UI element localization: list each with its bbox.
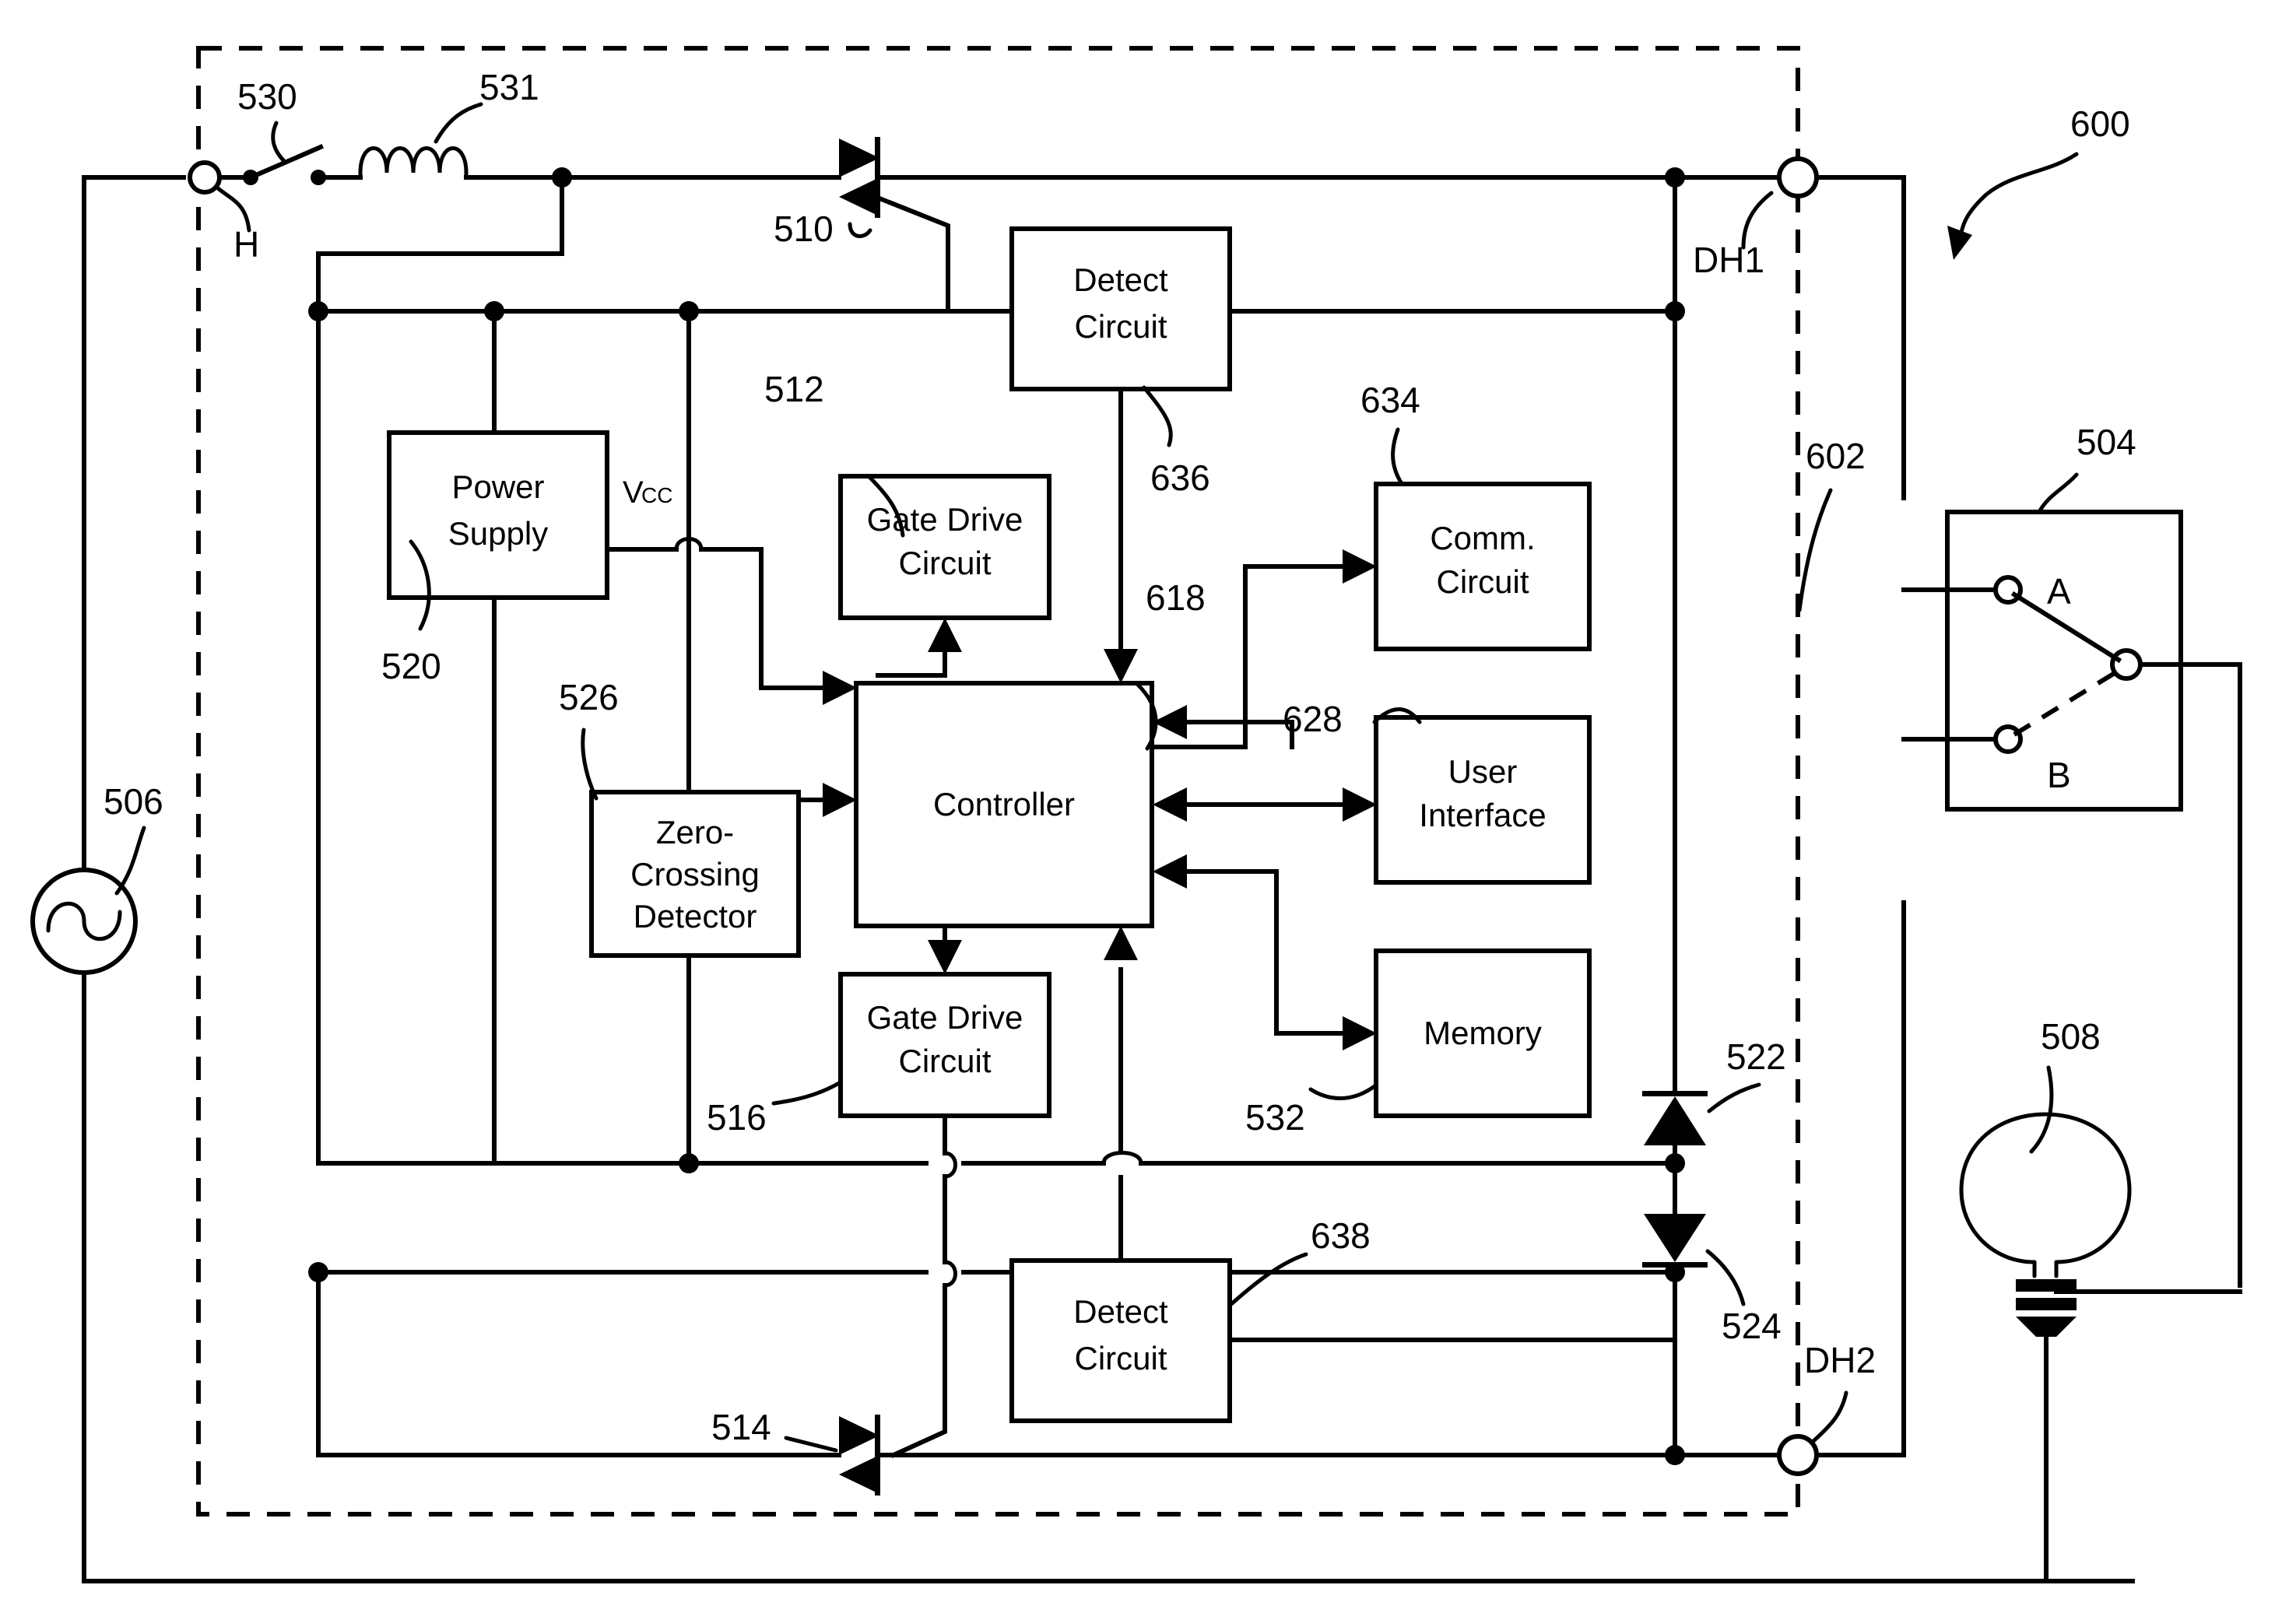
block-gate-drive-bottom-line1: Gate Drive <box>867 999 1023 1036</box>
ref-522: 522 <box>1726 1036 1786 1077</box>
leader-602 <box>1797 488 1833 612</box>
leader-600-arrow-curve <box>1957 152 2079 245</box>
block-power-supply-line1: Power <box>451 468 544 505</box>
block-detect-bottom-line1: Detect <box>1073 1293 1168 1330</box>
patent-figure: 506 530 H 531 510 DH1 600 602 Detect Cir… <box>0 0 2296 1599</box>
label-vcc-subscript: CC <box>641 483 672 507</box>
ref-636: 636 <box>1150 458 1210 498</box>
leader-636 <box>1142 385 1173 447</box>
block-zcd-line3: Detector <box>634 898 757 935</box>
leader-532 <box>1308 1084 1377 1100</box>
schematic-canvas: 506 530 H 531 510 DH1 600 602 Detect Cir… <box>30 46 2242 1583</box>
terminal-dh1-open-circle <box>1777 156 1819 198</box>
wire-gd-bottom-to-triac-gate <box>890 1283 947 1458</box>
leader-504 <box>2037 472 2079 514</box>
ref-600: 600 <box>2070 103 2130 144</box>
arrow-detect-top-down <box>1104 649 1138 683</box>
ref-510: 510 <box>774 209 834 249</box>
inductor-531-coil <box>358 146 469 180</box>
leader-DH2 <box>1811 1390 1848 1443</box>
wire-hop-gd-bus2 <box>943 1260 957 1288</box>
ref-530: 530 <box>237 76 297 117</box>
block-zcd-line2: Crossing <box>630 856 760 892</box>
leader-514 <box>784 1436 838 1453</box>
block-comm-line1: Comm. <box>1430 520 1535 556</box>
arrow-to-memory <box>1343 1016 1377 1050</box>
triac-514 <box>839 1415 1677 1496</box>
leader-600-arrowhead <box>1947 226 1972 260</box>
arrow-gd-top-up <box>928 618 962 652</box>
block-gate-drive-bottom-line2: Circuit <box>898 1043 991 1079</box>
terminal-label-DH1: DH1 <box>1693 240 1764 280</box>
wire-vcc-right <box>699 547 764 690</box>
arrow-memory-to-controller <box>1153 854 1187 889</box>
ref-524: 524 <box>1722 1306 1782 1346</box>
block-gate-drive-top-line2: Circuit <box>898 545 991 581</box>
block-gate-drive-top-line1: Gate Drive <box>867 501 1023 538</box>
arrow-detect-bottom-up <box>1104 926 1138 960</box>
ref-504: 504 <box>2077 422 2136 462</box>
contact-common-terminal <box>2110 648 2143 681</box>
wire-hop-gd-bus1 <box>943 1151 957 1179</box>
block-ui-line2: Interface <box>1419 797 1546 833</box>
terminal-hot-open-circle <box>188 160 222 195</box>
node-dh2-left <box>1665 1445 1685 1465</box>
block-memory-label: Memory <box>1424 1015 1542 1051</box>
ref-526: 526 <box>559 677 619 717</box>
ref-532: 532 <box>1245 1097 1305 1138</box>
leader-516 <box>771 1081 841 1106</box>
arrow-comm-to-controller <box>1153 705 1187 739</box>
leader-526 <box>581 728 599 801</box>
block-power-supply-line2: Supply <box>448 515 548 552</box>
terminal-label-H: H <box>233 224 259 265</box>
block-ui-line1: User <box>1448 753 1518 790</box>
label-vcc: V <box>623 475 644 510</box>
diode-524 <box>1642 1214 1708 1268</box>
switch-label-B: B <box>2047 755 2071 795</box>
arrow-controller-to-ui <box>1343 787 1377 822</box>
block-controller-label: Controller <box>933 786 1075 822</box>
terminal-label-DH2: DH2 <box>1804 1340 1876 1380</box>
arrow-gd-bottom-down <box>928 940 962 974</box>
arrow-zcd-to-controller <box>823 783 857 817</box>
wire-node-down-left <box>316 175 564 314</box>
leader-531 <box>434 102 483 144</box>
bus-lower-dot-c <box>679 1153 699 1173</box>
wire-hop-detect-bottom-bus1 <box>1101 1151 1143 1166</box>
lamp-508 <box>1959 1112 2242 1583</box>
block-detect-top-line2: Circuit <box>1074 308 1167 345</box>
leader-638 <box>1229 1252 1308 1306</box>
leader-524 <box>1705 1249 1746 1306</box>
block-detect-top-line1: Detect <box>1073 261 1168 298</box>
ref-634: 634 <box>1360 380 1420 420</box>
ref-520: 520 <box>381 646 441 686</box>
ref-602: 602 <box>1806 436 1866 476</box>
ref-506: 506 <box>104 781 163 822</box>
diode-522 <box>1642 1091 1708 1145</box>
leader-510 <box>848 222 872 238</box>
block-detect-bottom-line2: Circuit <box>1074 1340 1167 1376</box>
leader-530 <box>271 121 287 164</box>
block-zcd-line1: Zero- <box>656 814 734 850</box>
leader-522 <box>1707 1082 1761 1113</box>
ref-531: 531 <box>479 67 539 107</box>
switch-label-A: A <box>2047 571 2071 612</box>
leader-508 <box>2029 1065 2054 1154</box>
arrow-to-comm <box>1343 549 1377 584</box>
triac-510 <box>839 137 950 312</box>
leader-634 <box>1391 427 1403 485</box>
block-comm-line2: Circuit <box>1436 563 1529 600</box>
ref-638: 638 <box>1311 1215 1371 1256</box>
terminal-dh2-open-circle <box>1777 1434 1819 1476</box>
ref-512: 512 <box>764 369 824 409</box>
wire-comm-back-to-controller <box>1181 720 1294 749</box>
ref-514: 514 <box>711 1407 771 1447</box>
ref-618: 618 <box>1146 577 1206 618</box>
ref-516: 516 <box>707 1097 767 1138</box>
wire-controller-to-memory <box>1181 869 1349 1036</box>
arrow-ui-to-controller <box>1153 787 1187 822</box>
ref-508: 508 <box>2041 1016 2101 1057</box>
